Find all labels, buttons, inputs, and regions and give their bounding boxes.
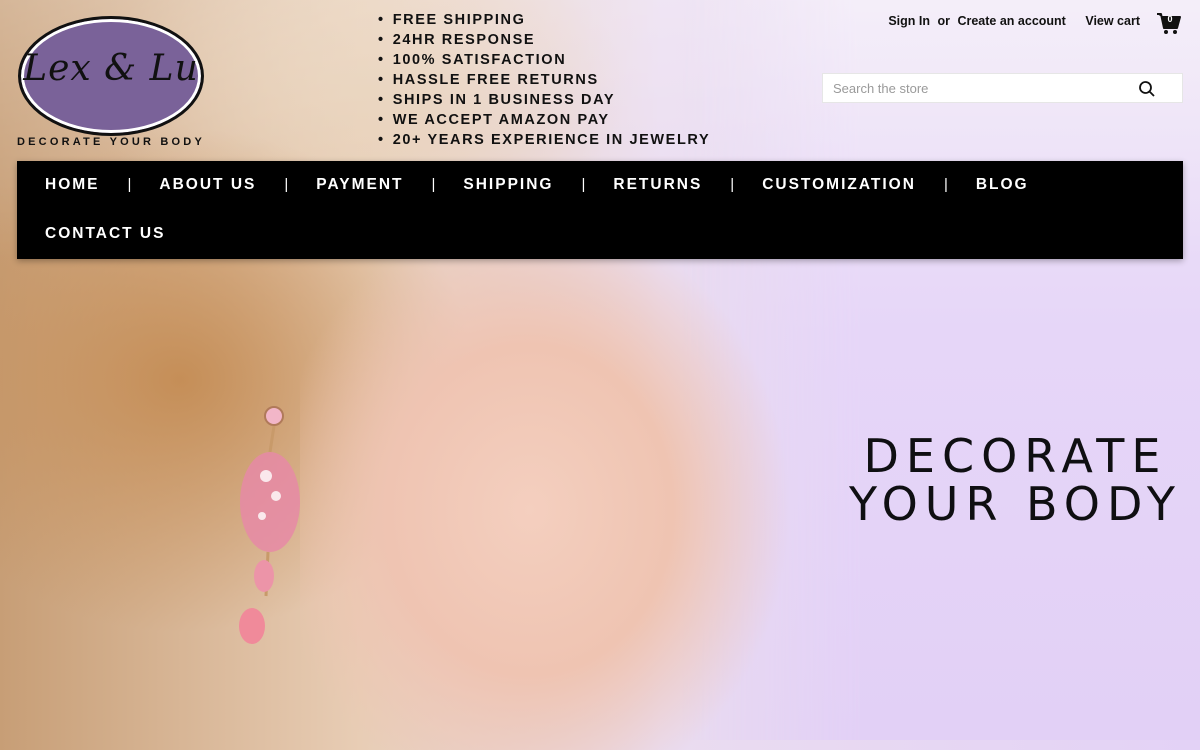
search-icon[interactable] xyxy=(1138,80,1156,98)
nav-item-home[interactable]: HOME xyxy=(17,173,128,197)
logo-text: Lex & Lu xyxy=(23,48,199,89)
nav-item-about-us[interactable]: ABOUT US xyxy=(131,173,284,197)
site-logo[interactable]: Lex & Lu DECORATE YOUR BODY xyxy=(16,14,206,154)
nav-item-payment[interactable]: PAYMENT xyxy=(288,173,431,197)
search-input[interactable] xyxy=(823,74,1143,102)
main-navigation: HOME | ABOUT US | PAYMENT | SHIPPING | RETURNS | C… xyxy=(17,161,1183,259)
perk-item: WE ACCEPT AMAZON PAY xyxy=(378,110,710,130)
perk-item: FREE SHIPPING xyxy=(378,10,710,30)
search-box xyxy=(822,73,1183,103)
hero-line-1: DECORATE xyxy=(863,429,1168,483)
nav-row: CONTACT US xyxy=(17,222,193,246)
perk-item: 20+ YEARS EXPERIENCE IN JEWELRY xyxy=(378,130,710,150)
earring-image xyxy=(239,406,300,644)
nav-item-blog[interactable]: BLOG xyxy=(948,173,1057,197)
view-cart-link[interactable]: View cart xyxy=(1085,14,1140,28)
or-text: or xyxy=(937,14,950,28)
hero-model-face xyxy=(300,250,820,750)
perk-item: 24HR RESPONSE xyxy=(378,30,710,50)
cart-count-badge: 0 xyxy=(1167,14,1173,24)
sign-in-link[interactable]: Sign In xyxy=(888,14,930,28)
nav-item-customization[interactable]: CUSTOMIZATION xyxy=(734,173,944,197)
account-links: Sign In or Create an account View cart xyxy=(888,14,1144,28)
nav-row: HOME | ABOUT US | PAYMENT | SHIPPING | RETURNS | C… xyxy=(17,173,1057,197)
perks-list: FREE SHIPPING 24HR RESPONSE 100% SATISFA… xyxy=(378,10,710,150)
perk-item: HASSLE FREE RETURNS xyxy=(378,70,710,90)
create-account-link[interactable]: Create an account xyxy=(957,14,1065,28)
logo-tagline: DECORATE YOUR BODY xyxy=(17,136,205,148)
nav-item-contact-us[interactable]: CONTACT US xyxy=(17,222,193,246)
perk-item: 100% SATISFACTION xyxy=(378,50,710,70)
hero-line-2: YOUR BODY xyxy=(848,477,1182,531)
hero-headline: DECORATE YOUR BODY xyxy=(849,432,1182,528)
perk-item: SHIPS IN 1 BUSINESS DAY xyxy=(378,90,710,110)
nav-item-returns[interactable]: RETURNS xyxy=(585,173,730,197)
nav-item-shipping[interactable]: SHIPPING xyxy=(435,173,581,197)
cart-button[interactable]: 0 xyxy=(1156,12,1182,36)
